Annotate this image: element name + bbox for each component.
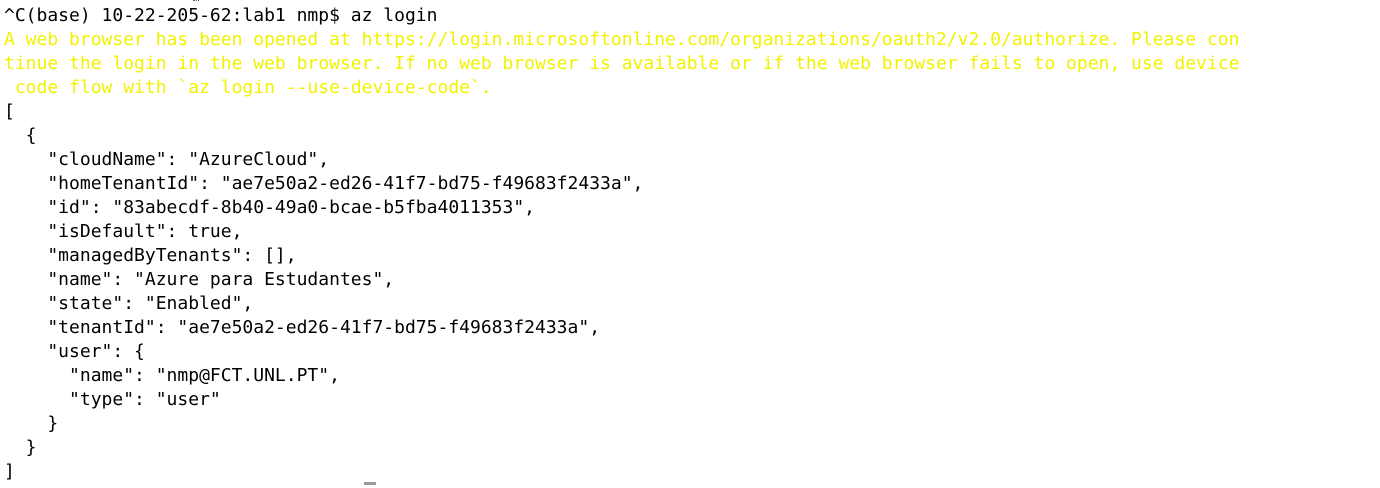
output-line: "name": "Azure para Estudantes", <box>4 269 395 290</box>
warning-line-2: tinue the login in the web browser. If n… <box>4 53 1240 74</box>
output-line: "cloudName": "AzureCloud", <box>4 149 330 170</box>
scroll-mark <box>193 0 199 3</box>
text-cursor <box>364 482 376 485</box>
output-line: [ <box>4 101 15 122</box>
output-line: "managedByTenants": [], <box>4 245 297 266</box>
output-line: "tenantId": "ae7e50a2-ed26-41f7-bd75-f49… <box>4 317 601 338</box>
output-line: } <box>4 413 59 434</box>
output-line: { <box>4 125 37 146</box>
output-line: "name": "nmp@FCT.UNL.PT", <box>4 365 340 386</box>
output-line: "user": { <box>4 341 145 362</box>
output-line: "homeTenantId": "ae7e50a2-ed26-41f7-bd75… <box>4 173 644 194</box>
output-line: "isDefault": true, <box>4 221 243 242</box>
terminal-window[interactable]: ^C(base) 10-22-205-62:lab1 nmp$ az login… <box>0 0 1380 488</box>
output-line: ] <box>4 461 15 482</box>
output-line: } <box>4 437 37 458</box>
output-line: "id": "83abecdf-8b40-49a0-bcae-b5fba4011… <box>4 197 536 218</box>
warning-line-3: code flow with `az login --use-device-co… <box>4 77 492 98</box>
output-line: "state": "Enabled", <box>4 293 254 314</box>
command-prompt-line: ^C(base) 10-22-205-62:lab1 nmp$ az login <box>4 5 438 26</box>
output-line: "type": "user" <box>4 389 221 410</box>
warning-line-1: A web browser has been opened at https:/… <box>4 29 1240 50</box>
